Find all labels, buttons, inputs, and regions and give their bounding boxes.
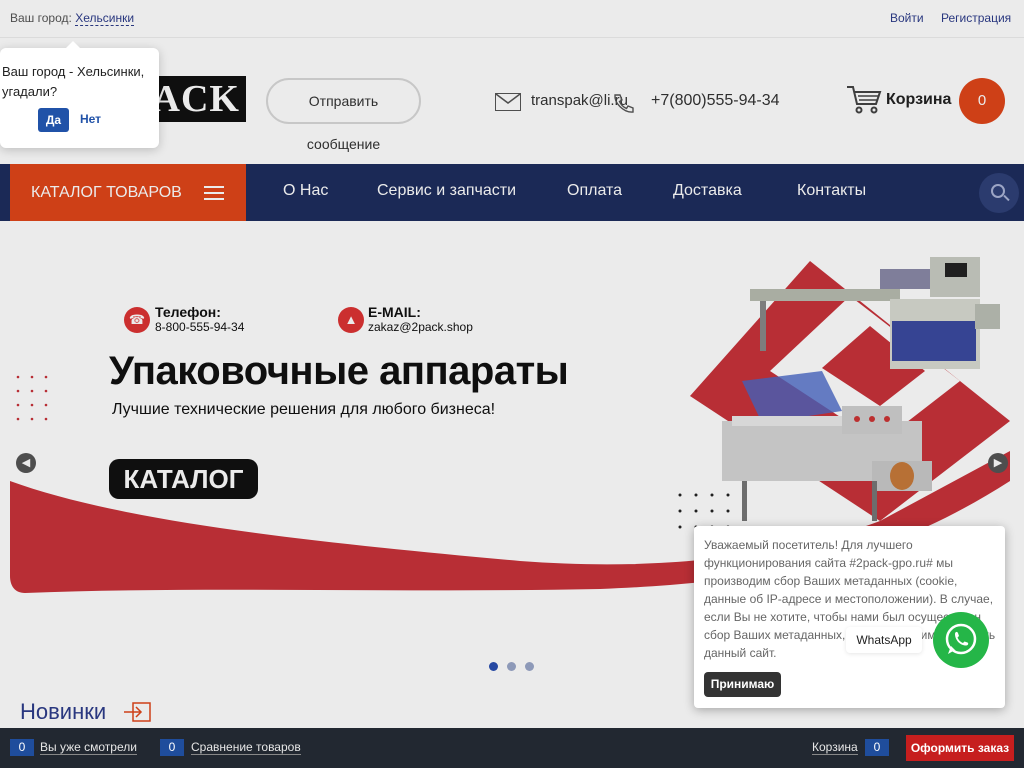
phone-circle-icon: ☎ (124, 307, 150, 333)
city-selector[interactable]: Ваш город: Хельсинки (10, 11, 135, 26)
new-items-heading[interactable]: Новинки (20, 699, 106, 725)
city-link[interactable]: Хельсинки (75, 11, 135, 26)
cookie-accept-button[interactable]: Принимаю (704, 672, 781, 697)
banner-catalog-button[interactable]: КАТАЛОГ (109, 459, 258, 499)
viewed-link[interactable]: Вы уже смотрели (40, 740, 137, 755)
main-nav: КАТАЛОГ ТОВАРОВ О Нас Сервис и запчасти … (0, 164, 1024, 221)
whatsapp-icon (945, 623, 977, 655)
city-no-button[interactable]: Нет (80, 112, 101, 126)
checkout-button[interactable]: Оформить заказ (906, 735, 1014, 761)
whatsapp-button[interactable] (933, 612, 989, 668)
nav-item-payment[interactable]: Оплата (567, 182, 622, 200)
city-yes-button[interactable]: Да (38, 108, 69, 132)
nav-item-about[interactable]: О Нас (283, 182, 328, 200)
slider-dot-1[interactable] (489, 662, 498, 671)
banner-subtitle: Лучшие технические решения для любого би… (112, 401, 496, 418)
slider-dot-3[interactable] (525, 662, 534, 671)
register-link[interactable]: Регистрация (941, 11, 1011, 25)
login-link[interactable]: Войти (890, 11, 924, 25)
top-bar: Ваш город: Хельсинки Войти Регистрация (0, 0, 1024, 38)
catalog-menu-button[interactable]: КАТАЛОГ ТОВАРОВ (10, 164, 246, 221)
thumbs-up-icon: ▲ (338, 307, 364, 333)
login-arrow-icon[interactable] (123, 702, 151, 722)
flow-wrap-machine-image (750, 257, 1000, 369)
viewed-count-badge: 0 (10, 739, 34, 756)
banner-phone-title: Телефон: (155, 304, 221, 320)
send-message-label: сообщение (306, 136, 381, 152)
city-confirm-popup: Ваш город - Хельсинки, угадали? Да Нет (0, 41, 159, 148)
cart-count-badge[interactable]: 0 (959, 78, 1005, 124)
banner-phone-value: 8-800-555-94-34 (155, 320, 245, 334)
compare-count-badge: 0 (160, 739, 184, 756)
send-message-button[interactable]: Отправить (266, 78, 421, 124)
catalog-label: КАТАЛОГ ТОВАРОВ (31, 184, 182, 201)
cart-icon[interactable] (846, 84, 882, 114)
cart-label[interactable]: Корзина (886, 91, 951, 109)
bottom-cart-count-badge: 0 (865, 739, 889, 756)
dot-pattern-left (16, 375, 48, 421)
mail-icon (495, 93, 521, 111)
phone-link[interactable]: +7(800)555-94-34 (651, 92, 780, 110)
hamburger-icon (204, 186, 224, 200)
city-prefix: Ваш город: (10, 11, 72, 25)
banner-email-value: zakaz@2pack.shop (368, 320, 473, 334)
search-button[interactable] (979, 173, 1019, 213)
compare-link[interactable]: Сравнение товаров (191, 740, 301, 755)
city-question: Ваш город - Хельсинки, угадали? (2, 64, 145, 99)
banner-title: Упаковочные аппараты (109, 349, 569, 393)
nav-item-service[interactable]: Сервис и запчасти (377, 182, 516, 200)
phone-icon (612, 92, 634, 114)
slider-next-button[interactable]: ▶ (988, 453, 1008, 473)
slider-prev-button[interactable]: ◀ (16, 453, 36, 473)
nav-item-contacts[interactable]: Контакты (797, 182, 866, 200)
bottom-cart-link[interactable]: Корзина (812, 740, 858, 755)
l-sealer-machine-image (722, 371, 932, 521)
bottom-bar: 0 Вы уже смотрели 0 Сравнение товаров Ко… (0, 728, 1024, 768)
slider-dot-2[interactable] (507, 662, 516, 671)
banner-email-title: E-MAIL: (368, 304, 421, 320)
whatsapp-label[interactable]: WhatsApp (846, 627, 922, 653)
nav-item-delivery[interactable]: Доставка (673, 182, 742, 200)
